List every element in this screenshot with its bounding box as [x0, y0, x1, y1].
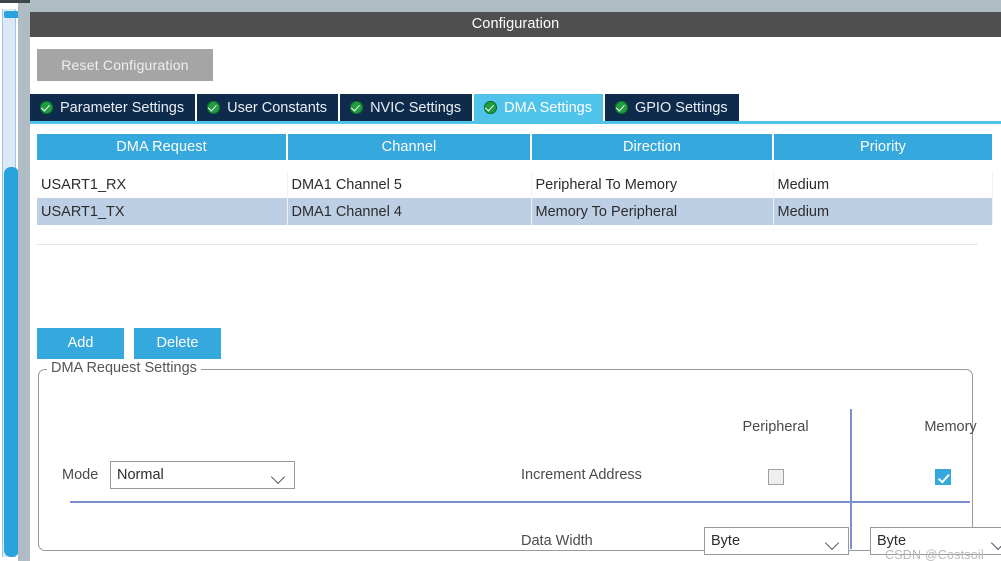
window-gray-strip	[30, 0, 1001, 12]
tab-gpio-settings[interactable]: GPIO Settings	[604, 94, 741, 121]
data-width-peripheral-value: Byte	[711, 533, 741, 549]
configuration-window: Configuration Reset Configuration Parame…	[0, 0, 1001, 561]
tab-label: GPIO Settings	[634, 99, 728, 116]
increment-address-label: Increment Address	[521, 467, 642, 483]
tab-parameter-settings[interactable]: Parameter Settings	[30, 94, 198, 121]
check-circle-icon	[614, 101, 628, 114]
panel-gutter	[18, 3, 30, 561]
tab-user-constants[interactable]: User Constants	[197, 94, 341, 121]
chevron-down-icon	[824, 535, 840, 551]
mode-select-value: Normal	[117, 467, 164, 483]
table-column-header[interactable]: DMA Request	[37, 134, 288, 160]
tab-label: Parameter Settings	[60, 99, 185, 116]
data-width-memory-value: Byte	[877, 533, 907, 549]
vertical-scrollbar[interactable]	[0, 3, 19, 561]
tab-label: DMA Settings	[504, 99, 592, 116]
delete-button[interactable]: Delete	[134, 328, 221, 359]
scrollbar-thumb[interactable]	[4, 167, 19, 557]
tab-label: NVIC Settings	[370, 99, 462, 116]
table-cell: DMA1 Channel 4	[287, 198, 532, 225]
add-button[interactable]: Add	[37, 328, 124, 359]
reset-configuration-button[interactable]: Reset Configuration	[37, 49, 213, 81]
scrollbar-track[interactable]	[2, 9, 19, 557]
tab-underline	[30, 121, 1001, 124]
check-circle-icon	[350, 101, 364, 114]
tab-dma-settings[interactable]: DMA Settings	[474, 94, 605, 121]
data-width-memory-select[interactable]: Byte	[870, 527, 1001, 555]
table-bottom-edge	[37, 240, 978, 245]
chevron-down-icon	[990, 535, 1001, 551]
tab-label: User Constants	[227, 99, 328, 116]
table-spacer-row	[37, 160, 992, 171]
settings-tabs: Parameter Settings User Constants NVIC Set…	[30, 94, 1001, 123]
scrollbar-arrow-up-icon[interactable]	[4, 11, 19, 18]
table-cell: Peripheral To Memory	[531, 171, 774, 198]
table-header-row: DMA Request Channel Direction Priority	[37, 134, 992, 160]
increment-address-memory-checkbox[interactable]	[935, 469, 951, 485]
column-header-peripheral: Peripheral	[742, 419, 809, 435]
chevron-down-icon	[270, 469, 286, 485]
table-cell: USART1_RX	[37, 171, 288, 198]
table-column-header[interactable]: Channel	[287, 134, 532, 160]
table-cell: Memory To Peripheral	[531, 198, 774, 225]
check-circle-icon	[484, 101, 498, 114]
table-column-header[interactable]: Priority	[773, 134, 992, 160]
column-header-memory: Memory	[924, 419, 977, 435]
dma-request-table: DMA Request Channel Direction Priority USAR…	[37, 134, 993, 225]
data-width-label: Data Width	[521, 533, 593, 549]
table-row[interactable]: USART1_TX DMA1 Channel 4 Memory To Periphe…	[37, 198, 993, 225]
dma-request-settings-body: Peripheral Memory Mode Normal Increment …	[38, 369, 1001, 555]
table-cell: USART1_TX	[37, 198, 288, 225]
tab-nvic-settings[interactable]: NVIC Settings	[340, 94, 475, 121]
configuration-panel: Configuration Reset Configuration Parame…	[30, 12, 1001, 561]
row-divider	[70, 501, 970, 503]
table-row[interactable]: USART1_RX DMA1 Channel 5 Peripheral To Mem…	[37, 171, 993, 198]
data-width-peripheral-select[interactable]: Byte	[704, 527, 849, 555]
table-cell: Medium	[773, 171, 993, 198]
mode-label: Mode	[62, 467, 99, 483]
table-cell: Medium	[773, 198, 993, 225]
table-cell: DMA1 Channel 5	[287, 171, 532, 198]
check-circle-icon	[40, 101, 53, 114]
page-title: Configuration	[30, 12, 1001, 37]
increment-address-peripheral-checkbox[interactable]	[768, 469, 784, 485]
mode-select[interactable]: Normal	[110, 461, 295, 489]
check-circle-icon	[207, 101, 221, 114]
table-column-header[interactable]: Direction	[531, 134, 774, 160]
